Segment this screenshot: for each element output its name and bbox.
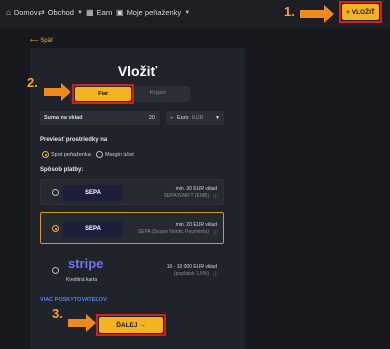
info-icon: ⓘ bbox=[212, 230, 218, 236]
chevron-down-icon: ▼ bbox=[215, 115, 220, 121]
card-fee: (poplatok 1,5%) bbox=[173, 271, 209, 277]
page-title: Vložiť bbox=[117, 63, 158, 79]
amount-label: Suma na vklad bbox=[44, 115, 83, 121]
radio-margin-account[interactable] bbox=[96, 151, 103, 158]
back-label: Späť bbox=[40, 38, 54, 44]
wallet-icon: ▣ bbox=[116, 8, 124, 17]
radio-spot-wallet[interactable] bbox=[42, 151, 49, 158]
radio-sepa-scope[interactable] bbox=[52, 225, 59, 232]
step-2-label: 2. bbox=[27, 75, 38, 90]
step-2-arrow bbox=[44, 83, 71, 101]
nav-wallets-label: Moje peňaženky bbox=[126, 8, 182, 17]
more-providers-link[interactable]: VIAC POSKYTOVATEĽOV bbox=[40, 297, 107, 303]
back-link[interactable]: ⟵ Späť bbox=[30, 37, 53, 44]
nav-home-label: Domov bbox=[13, 8, 38, 17]
tab-krypto[interactable]: Krypto bbox=[150, 90, 166, 96]
step-1-arrow bbox=[300, 5, 334, 23]
payment-heading: Spôsob platby: bbox=[40, 167, 84, 173]
step-1-label: 1. bbox=[284, 4, 295, 19]
currency-select[interactable]: ● Euro EUR ▼ bbox=[166, 111, 224, 125]
sepa-logo: SEPA bbox=[63, 221, 123, 237]
step-3-label: 3. bbox=[52, 306, 63, 321]
payment-method-card[interactable]: stripe Kreditná karta 10 - 10 000 EUR vk… bbox=[40, 253, 224, 287]
info-icon: ⓘ bbox=[212, 194, 218, 200]
nav-earn[interactable]: ▦ Earn bbox=[86, 8, 112, 17]
amount-input[interactable]: Suma na vklad 20 bbox=[40, 111, 160, 125]
sepa-scope-network: SEPA (Scope Nordic Payments) bbox=[137, 229, 209, 235]
nav-wallets[interactable]: ▣ Moje peňaženky ▼ bbox=[116, 8, 190, 17]
nav-trade[interactable]: ⇄ Obchod ▼ bbox=[38, 8, 83, 17]
card-limit: 10 - 10 000 EUR vklad bbox=[166, 264, 217, 270]
tab-fiat[interactable]: Fiat bbox=[75, 87, 131, 101]
arrow-left-icon: ⟵ bbox=[30, 38, 39, 44]
nav-earn-label: Earn bbox=[96, 8, 113, 17]
exchange-icon: ⇄ bbox=[38, 8, 45, 17]
sepa-scope-limit: min. 20 EUR vklad bbox=[175, 222, 217, 228]
chevron-down-icon: ▼ bbox=[184, 9, 191, 16]
payment-method-sepa-scope[interactable]: SEPA min. 20 EUR vklad SEPA (Scope Nordi… bbox=[40, 212, 224, 244]
nav-home[interactable]: ⌂ Domov bbox=[6, 8, 38, 17]
radio-credit-card[interactable] bbox=[52, 267, 59, 274]
option-spot-wallet: Spot peňaženka bbox=[51, 152, 91, 158]
currency-code: EUR bbox=[192, 115, 204, 121]
continue-button[interactable]: ĎALEJ → bbox=[99, 317, 163, 333]
chevron-down-icon: ▼ bbox=[76, 9, 83, 16]
option-margin-account: Margin účet bbox=[105, 152, 134, 158]
amount-value: 20 bbox=[148, 115, 155, 121]
home-icon: ⌂ bbox=[6, 8, 11, 17]
deposit-button[interactable]: + VLOŽIŤ bbox=[342, 4, 379, 20]
payment-method-sepa-emb[interactable]: SEPA min. 30 EUR vklad SEPA/SWIFT (EMB) … bbox=[40, 179, 224, 205]
sepa-emb-network: SEPA/SWIFT (EMB) bbox=[163, 193, 209, 199]
sepa-emb-limit: min. 30 EUR vklad bbox=[175, 186, 217, 192]
euro-icon: ● bbox=[170, 115, 174, 121]
step-3-arrow bbox=[68, 314, 96, 332]
stripe-logo: stripe bbox=[68, 256, 104, 271]
nav-trade-label: Obchod bbox=[47, 8, 74, 17]
transfer-heading: Previesť prostriedky na bbox=[40, 137, 108, 143]
earn-icon: ▦ bbox=[86, 8, 94, 17]
sepa-logo: SEPA bbox=[63, 185, 123, 201]
radio-sepa-emb[interactable] bbox=[52, 189, 59, 196]
info-icon: ⓘ bbox=[212, 272, 218, 278]
currency-name: Euro bbox=[177, 115, 189, 121]
credit-card-caption: Kreditná karta bbox=[66, 277, 98, 283]
